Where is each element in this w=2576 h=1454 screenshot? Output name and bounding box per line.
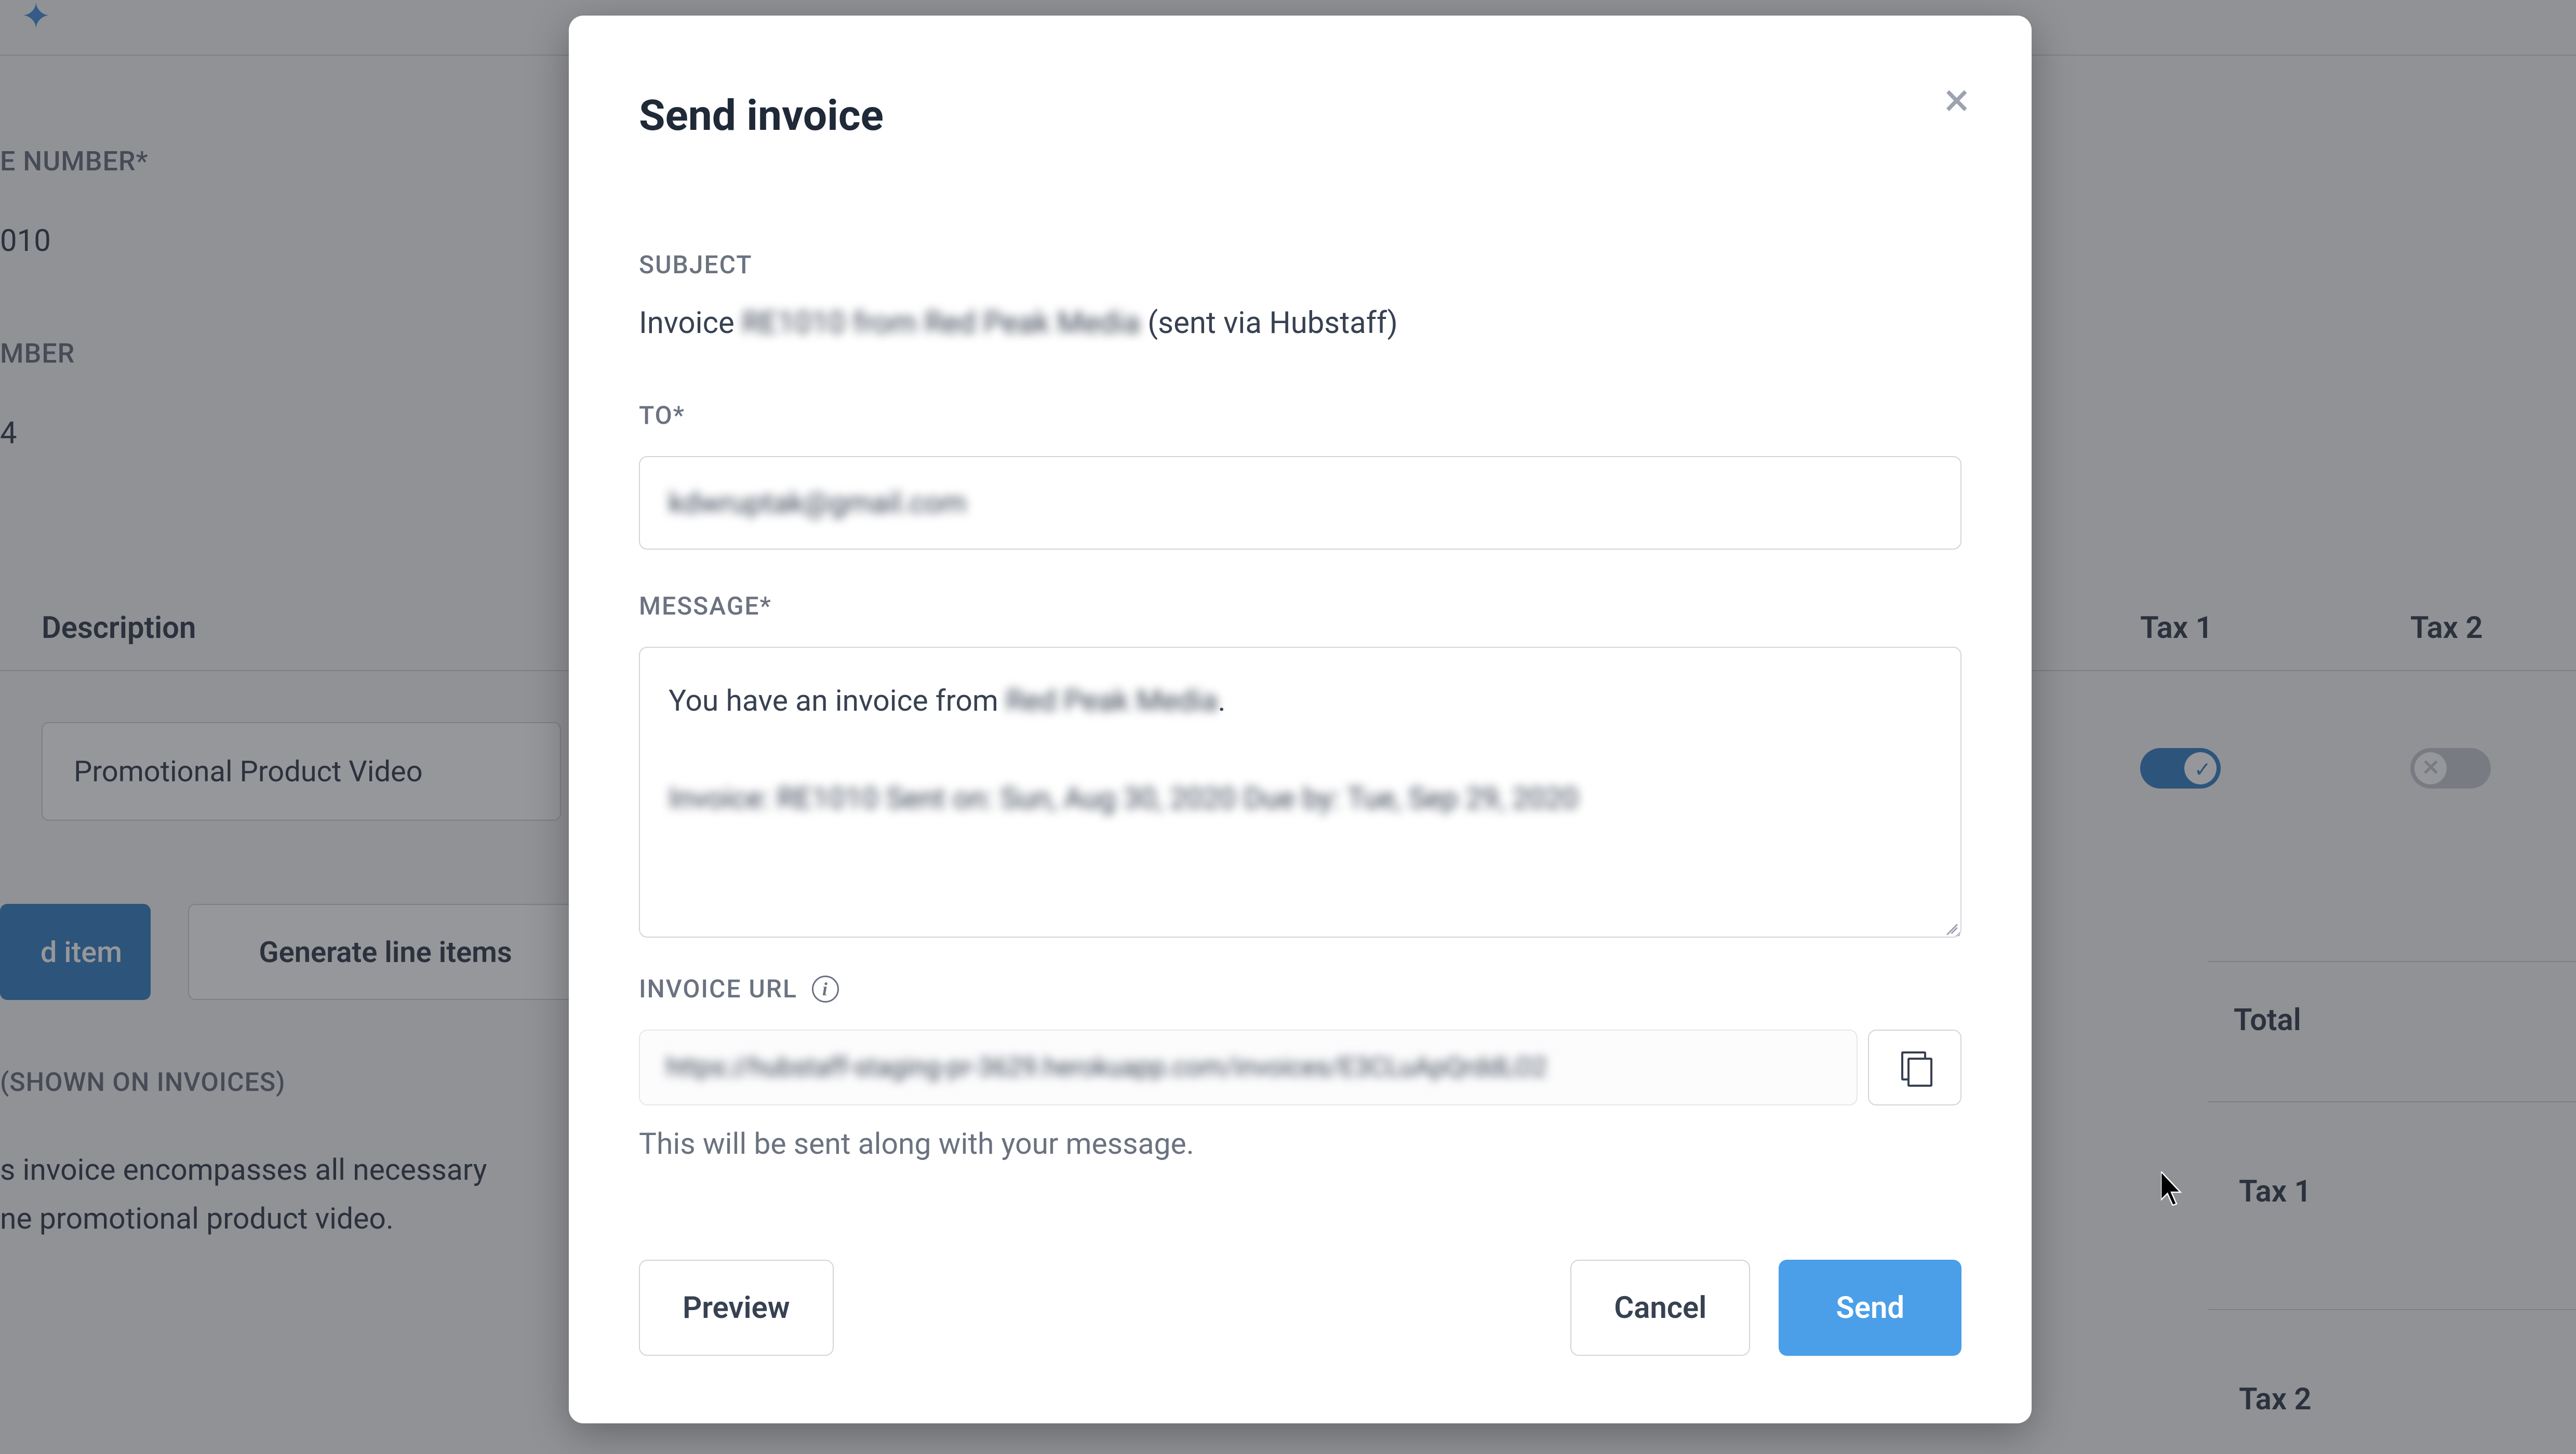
resize-handle-icon[interactable]	[1941, 917, 1957, 933]
to-input[interactable]: kdwruptak@gmail.com	[639, 456, 1961, 550]
copy-url-button[interactable]	[1868, 1030, 1961, 1105]
to-label: TO*	[639, 401, 1961, 430]
close-button[interactable]: ×	[1944, 77, 1969, 124]
invoice-url-value: https://hubstaff-staging-pr-3629.herokua…	[666, 1052, 1547, 1083]
send-invoice-modal: × Send invoice SUBJECT Invoice RE1010 fr…	[569, 16, 2032, 1423]
to-input-value: kdwruptak@gmail.com	[669, 486, 967, 520]
message-line: You have an invoice from Red Peak Media.	[669, 676, 1932, 725]
close-icon: ×	[1944, 73, 1969, 127]
cancel-button[interactable]: Cancel	[1570, 1260, 1750, 1356]
message-label: MESSAGE*	[639, 591, 1961, 621]
message-line: Sent on: Sun, Aug 30, 2020	[886, 774, 1236, 823]
invoice-url-label: INVOICE URL i	[639, 974, 1961, 1004]
message-line: Invoice: RE1010	[669, 774, 878, 823]
info-icon[interactable]: i	[812, 976, 839, 1003]
subject-label: SUBJECT	[639, 250, 1961, 279]
invoice-url-input[interactable]: https://hubstaff-staging-pr-3629.herokua…	[639, 1030, 1858, 1105]
modal-title: Send invoice	[639, 91, 1961, 141]
message-textarea[interactable]: You have an invoice from Red Peak Media.…	[639, 647, 1961, 938]
copy-icon	[1901, 1051, 1928, 1084]
send-button[interactable]: Send	[1779, 1260, 1961, 1356]
helper-text: This will be sent along with your messag…	[639, 1126, 1961, 1161]
subject-value: Invoice RE1010 from Red Peak Media (sent…	[639, 305, 1961, 341]
message-line: Due by: Tue, Sep 29, 2020	[1244, 774, 1579, 823]
modal-button-row: Preview Cancel Send	[639, 1260, 1961, 1356]
preview-button[interactable]: Preview	[639, 1260, 834, 1356]
cursor-icon	[2161, 1171, 2187, 1217]
